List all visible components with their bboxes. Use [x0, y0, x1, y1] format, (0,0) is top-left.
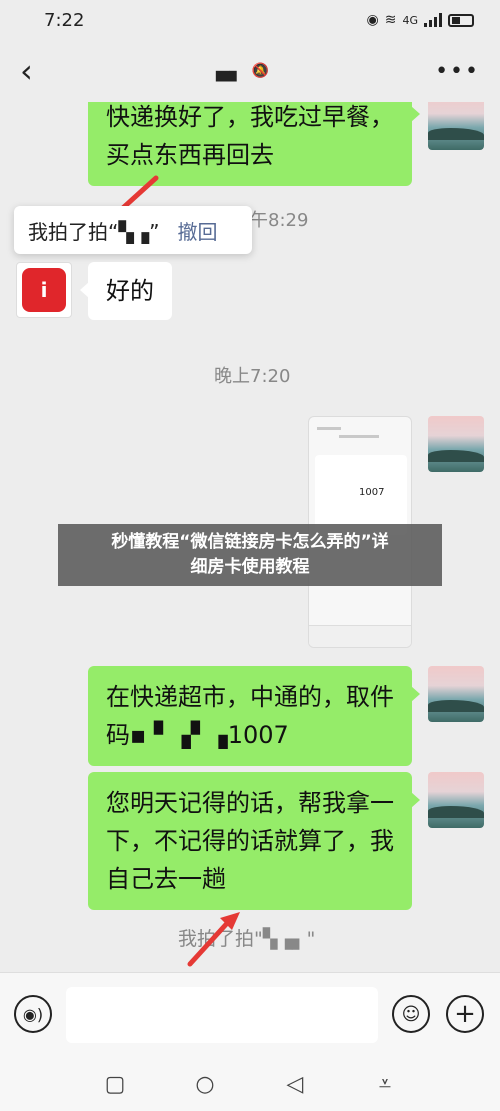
- pat-popup-text: 我拍了拍“▚▗”: [28, 219, 160, 244]
- message-input[interactable]: [66, 987, 378, 1043]
- avatar-self[interactable]: [428, 102, 484, 150]
- battery-icon: [448, 13, 474, 27]
- message-text: 买点东西再回去: [106, 141, 274, 169]
- status-icons: ◉ ≋ 4G: [367, 12, 474, 28]
- avatar-self[interactable]: [428, 416, 484, 472]
- message-text: 下，不记得的话就算了，我: [106, 827, 394, 855]
- eye-icon: ◉: [366, 12, 379, 28]
- home-icon[interactable]: ○: [190, 1072, 220, 1097]
- thumb-line: [317, 427, 341, 430]
- plus-icon[interactable]: +: [446, 995, 484, 1033]
- wifi-icon: ≋: [384, 12, 397, 28]
- overlay-line: 秒懂教程“微信链接房卡怎么弄的”详: [111, 532, 389, 552]
- chat-title-text: ▄▖: [215, 60, 244, 82]
- notification-pull-icon[interactable]: ⩡: [370, 1072, 400, 1097]
- pat-popup: 我拍了拍“▚▗” 撤回: [14, 206, 252, 254]
- mute-bell-icon: 🔕: [251, 63, 270, 79]
- status-time: 7:22: [44, 9, 85, 31]
- red-arrow-annotation: [187, 912, 240, 967]
- emoji-icon[interactable]: ☺: [392, 995, 430, 1033]
- message-text: 快递换好了，我吃过早餐，: [106, 103, 394, 131]
- back-nav-icon[interactable]: ◁: [280, 1072, 310, 1097]
- overlay-banner: 秒懂教程“微信链接房卡怎么弄的”详 细房卡使用教程: [58, 524, 442, 586]
- contact-logo: i: [22, 268, 66, 312]
- overlay-line: 细房卡使用教程: [190, 557, 310, 577]
- recent-apps-icon[interactable]: ▢: [100, 1072, 130, 1097]
- avatar-self[interactable]: [428, 772, 484, 828]
- message-bubble-sent[interactable]: 在快递超市，中通的，取件 码▪ ▘▗▘▗1007: [88, 666, 420, 766]
- timestamp: 晚上7:20: [214, 366, 291, 387]
- input-bar: ◉) ☺ +: [0, 972, 500, 1058]
- message-text: 自己去一趟: [106, 865, 226, 893]
- message-text: 好的: [106, 277, 154, 305]
- avatar-self[interactable]: [428, 666, 484, 722]
- voice-icon[interactable]: ◉): [14, 995, 52, 1033]
- thumb-input-bar: [309, 625, 411, 647]
- thumb-line: [339, 435, 379, 438]
- timestamp: 午8:29: [250, 210, 309, 231]
- status-bar: 7:22 ◉ ≋ 4G: [0, 0, 500, 40]
- revoke-link[interactable]: 撤回: [177, 216, 217, 245]
- network-type: 4G: [402, 13, 418, 27]
- message-bubble-sent[interactable]: 您明天记得的话，帮我拿一 下，不记得的话就算了，我 自己去一趟: [88, 772, 420, 910]
- thumb-code: 1007: [359, 487, 385, 498]
- back-icon[interactable]: ‹: [20, 55, 50, 87]
- avatar-contact[interactable]: i: [16, 262, 72, 318]
- message-bubble-received[interactable]: 好的: [80, 262, 172, 320]
- message-text: 您明天记得的话，帮我拿一: [106, 789, 394, 817]
- message-text: 在快递超市，中通的，取件: [106, 683, 394, 711]
- signal-icon: [424, 13, 442, 27]
- chat-title: ▄▖ 🔕: [216, 61, 269, 82]
- message-text: 码▪ ▘▗▘▗1007: [106, 721, 289, 749]
- chat-header: ‹ ▄▖ 🔕 •••: [0, 40, 500, 102]
- system-nav-bar: ▢ ○ ◁ ⩡: [0, 1058, 500, 1111]
- more-options-icon[interactable]: •••: [435, 59, 480, 84]
